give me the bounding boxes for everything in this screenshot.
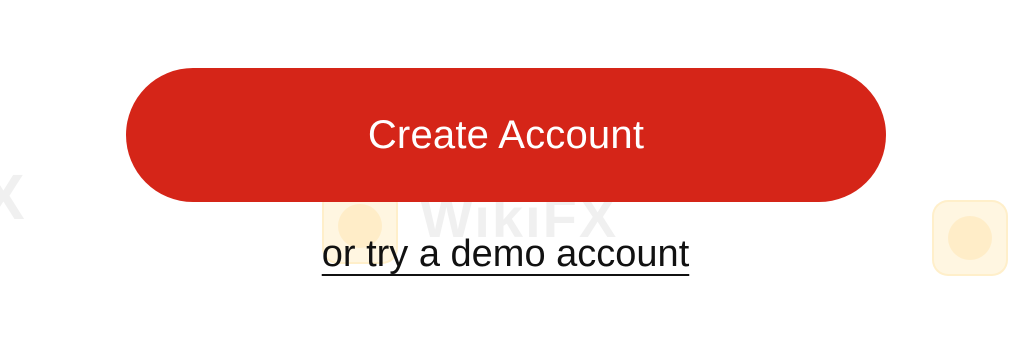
create-account-label: Create Account [367, 112, 645, 157]
watermark-text-fragment: X [0, 161, 25, 233]
create-account-button[interactable]: Create Account [126, 68, 886, 202]
demo-account-link[interactable]: or try a demo account [322, 233, 690, 275]
demo-account-link-container: or try a demo account [0, 233, 1011, 276]
